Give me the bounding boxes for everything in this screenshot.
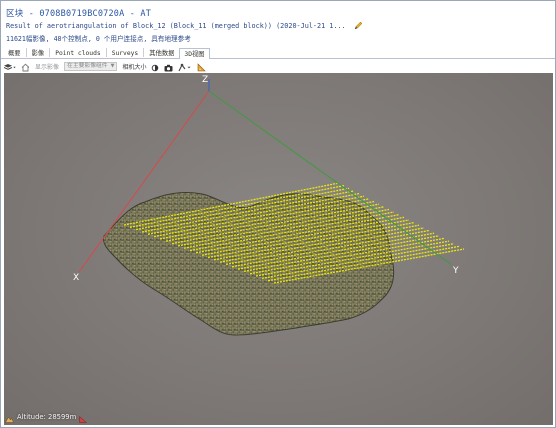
tab-bar: 概要 影像 Point clouds Surveys 其他数据 3D视图 bbox=[1, 47, 555, 59]
layers-dropdown[interactable] bbox=[3, 61, 16, 71]
screenshot-button[interactable] bbox=[164, 61, 173, 71]
tab-surveys[interactable]: Surveys bbox=[107, 47, 144, 58]
z-axis-label: Z bbox=[202, 75, 208, 85]
show-images-control: 显示影像 bbox=[35, 61, 59, 71]
ruler-icon bbox=[79, 408, 88, 427]
status-bar: Altitude: 28599m bbox=[5, 412, 88, 423]
camera-size-control[interactable]: 相机大小 bbox=[122, 61, 146, 71]
altitude-icon bbox=[5, 408, 14, 427]
block-window: 区块 - 0708B0719BC0720A - AT Result of aer… bbox=[0, 0, 556, 428]
3d-viewport[interactable]: X Y Z bbox=[4, 73, 553, 425]
images-select-value: 在主要影像组件 bbox=[67, 62, 108, 69]
y-axis-label: Y bbox=[452, 266, 459, 276]
measure-button[interactable] bbox=[197, 61, 207, 71]
view-toolbar: 显示影像 在主要影像组件 ▼ 相机大小 bbox=[1, 60, 555, 72]
show-images-label: 显示影像 bbox=[35, 63, 60, 71]
navigation-mode-dropdown[interactable] bbox=[178, 61, 192, 71]
block-description-text: Result of aerotriangulation of Block_12 … bbox=[6, 21, 346, 30]
block-description: Result of aerotriangulation of Block_12 … bbox=[6, 21, 363, 30]
header: 区块 - 0708B0719BC0720A - AT Result of aer… bbox=[1, 1, 555, 46]
home-button[interactable] bbox=[21, 61, 30, 71]
tab-point-clouds[interactable]: Point clouds bbox=[50, 47, 106, 58]
chevron-down-icon: ▼ bbox=[110, 62, 115, 69]
3d-scene[interactable]: X Y Z bbox=[4, 73, 553, 425]
x-axis-label: X bbox=[73, 273, 79, 283]
block-summary: 11621幅影像, 48个控制点, 0 个用户连接点, 具有地理参考 bbox=[6, 35, 191, 43]
altitude-readout: Altitude: 28599m bbox=[17, 413, 77, 421]
images-select-box[interactable]: 在主要影像组件 ▼ bbox=[64, 61, 118, 71]
contrast-button[interactable] bbox=[151, 61, 159, 71]
page-title: 区块 - 0708B0719BC0720A - AT bbox=[6, 9, 152, 19]
pencil-icon[interactable] bbox=[354, 21, 363, 30]
tab-additional-data[interactable]: 其他数据 bbox=[144, 47, 179, 58]
camera-size-label: 相机大小 bbox=[122, 63, 147, 71]
images-select[interactable]: 在主要影像组件 ▼ bbox=[64, 61, 118, 71]
